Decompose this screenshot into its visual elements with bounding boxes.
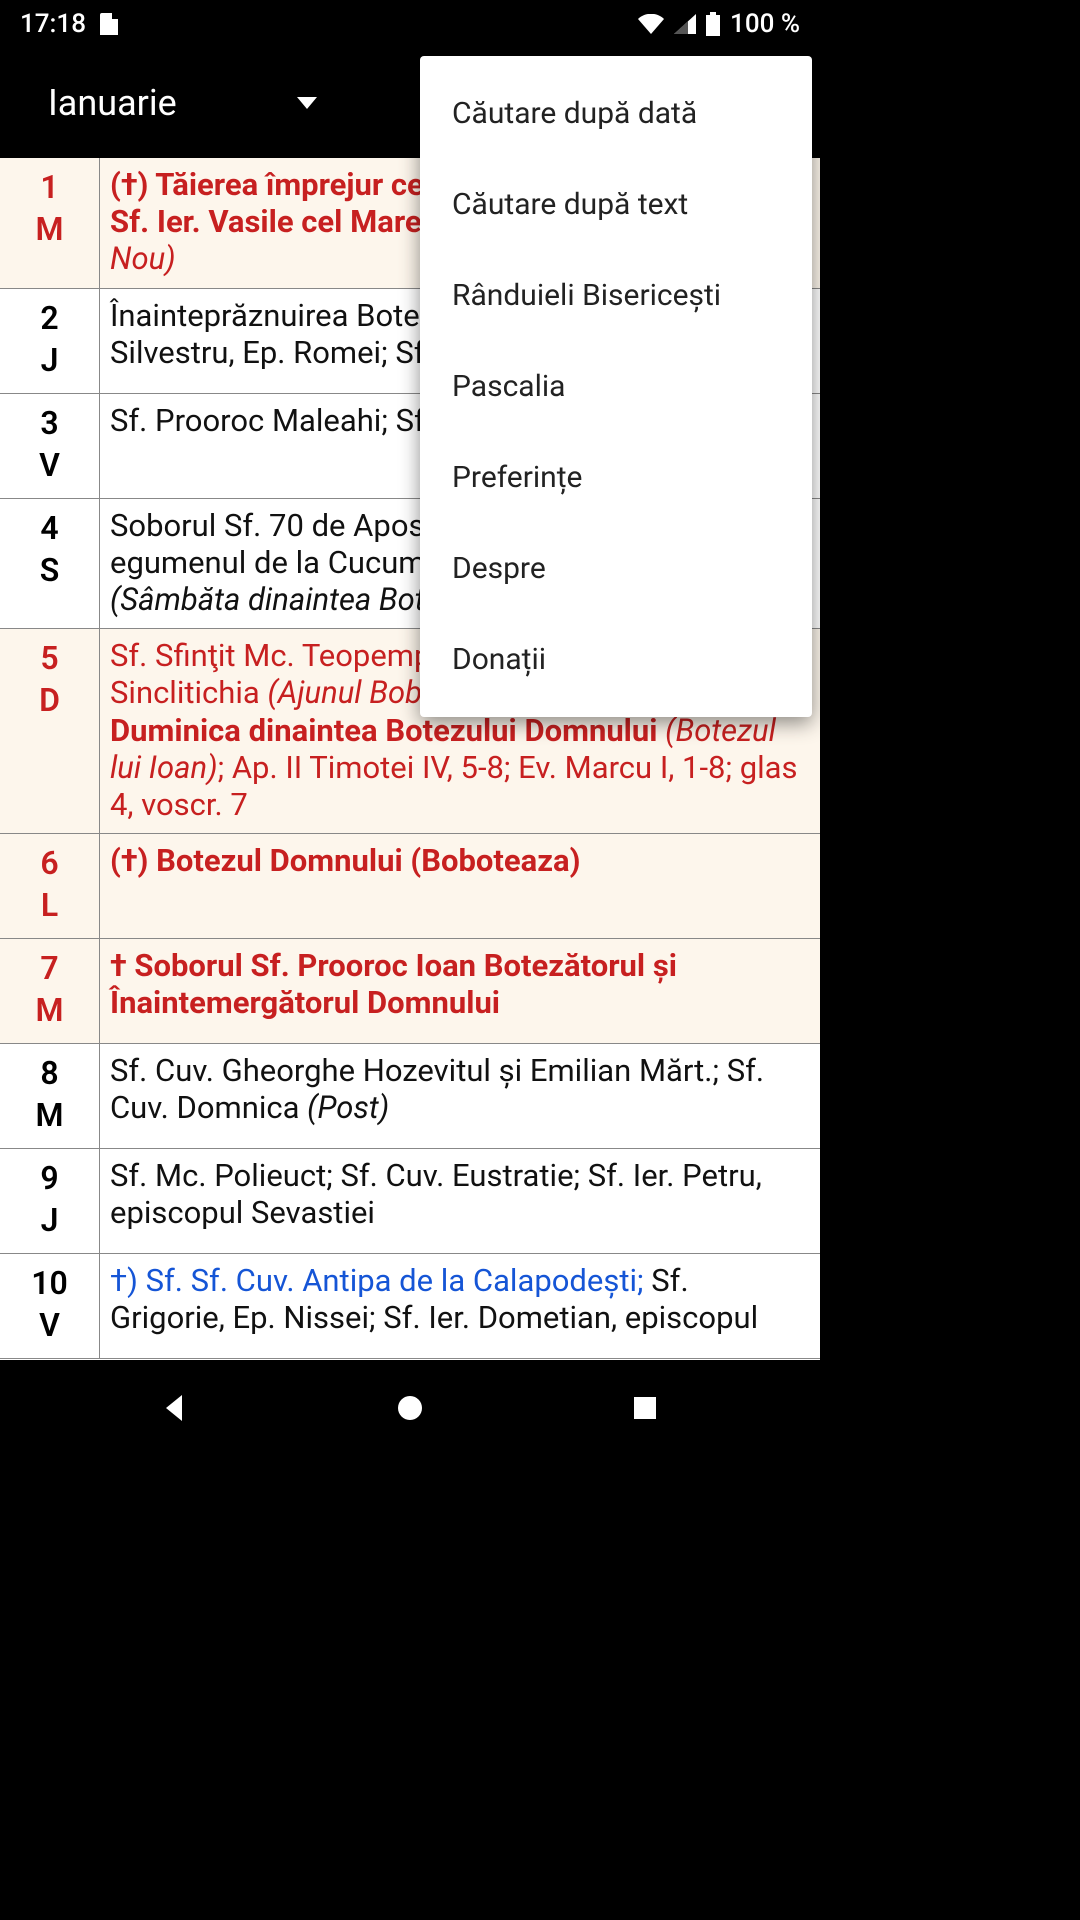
- date-number: 8: [40, 1054, 58, 1092]
- date-column: 1M: [0, 158, 100, 288]
- date-number: 7: [40, 949, 58, 987]
- menu-item[interactable]: Donații: [420, 614, 812, 705]
- status-time: 17:18: [20, 9, 86, 39]
- day-description: (†) Botezul Domnului (Boboteaza): [100, 834, 820, 938]
- day-description: Sf. Mc. Polieuct; Sf. Cuv. Eustratie; Sf…: [100, 1149, 820, 1253]
- day-description: †) Sf. Sf. Cuv. Antipa de la Calapodești…: [100, 1254, 820, 1358]
- date-number: 6: [40, 844, 58, 882]
- menu-item[interactable]: Căutare după text: [420, 159, 812, 250]
- date-number: 1: [40, 168, 58, 206]
- home-button[interactable]: [350, 1378, 470, 1438]
- cell-signal-icon: [674, 14, 696, 34]
- wifi-icon: [638, 14, 664, 34]
- date-column: 8M: [0, 1044, 100, 1148]
- date-weekday: M: [36, 1096, 64, 1134]
- day-description: Sf. Cuv. Gheorghe Hozevitul și Emilian M…: [100, 1044, 820, 1148]
- date-weekday: M: [36, 210, 64, 248]
- menu-item[interactable]: Rânduieli Bisericești: [420, 250, 812, 341]
- date-column: 5D: [0, 629, 100, 833]
- menu-item[interactable]: Preferințe: [420, 432, 812, 523]
- calendar-row[interactable]: 8MSf. Cuv. Gheorghe Hozevitul și Emilian…: [0, 1044, 820, 1149]
- calendar-row[interactable]: 9JSf. Mc. Polieuct; Sf. Cuv. Eustratie; …: [0, 1149, 820, 1254]
- date-column: 6L: [0, 834, 100, 938]
- date-number: 3: [40, 404, 58, 442]
- day-description: † Soborul Sf. Prooroc Ioan Botezătorul ș…: [100, 939, 820, 1043]
- navigation-bar: [0, 1360, 820, 1456]
- date-weekday: V: [39, 1306, 60, 1344]
- date-weekday: D: [39, 681, 60, 719]
- date-column: 9J: [0, 1149, 100, 1253]
- date-weekday: V: [39, 446, 60, 484]
- overflow-menu: Căutare după datăCăutare după textRândui…: [420, 56, 812, 717]
- date-weekday: L: [41, 886, 58, 924]
- status-bar: 17:18 100 %: [0, 0, 820, 48]
- date-column: 7M: [0, 939, 100, 1043]
- menu-item[interactable]: Despre: [420, 523, 812, 614]
- date-weekday: M: [36, 991, 64, 1029]
- date-column: 2J: [0, 289, 100, 393]
- back-button[interactable]: [115, 1378, 235, 1438]
- battery-icon: [706, 12, 720, 36]
- date-number: 10: [31, 1264, 68, 1302]
- date-weekday: J: [41, 341, 59, 379]
- menu-item[interactable]: Căutare după dată: [420, 68, 812, 159]
- calendar-row[interactable]: 6L(†) Botezul Domnului (Boboteaza): [0, 834, 820, 939]
- calendar-row[interactable]: 10 V †) Sf. Sf. Cuv. Antipa de la Calapode…: [0, 1254, 820, 1359]
- chevron-down-icon: [297, 97, 317, 109]
- sd-card-icon: [100, 13, 118, 35]
- date-number: 5: [40, 639, 58, 677]
- date-number: 4: [40, 509, 58, 547]
- date-column: 10 V: [0, 1254, 100, 1358]
- date-weekday: S: [40, 551, 60, 589]
- month-dropdown[interactable]: Ianuarie: [48, 82, 317, 124]
- date-column: 3V: [0, 394, 100, 498]
- menu-item[interactable]: Pascalia: [420, 341, 812, 432]
- battery-percent: 100 %: [730, 9, 800, 39]
- month-label: Ianuarie: [48, 82, 177, 124]
- date-column: 4S: [0, 499, 100, 629]
- calendar-row[interactable]: 7M† Soborul Sf. Prooroc Ioan Botezătorul…: [0, 939, 820, 1044]
- recent-apps-button[interactable]: [585, 1378, 705, 1438]
- date-weekday: J: [41, 1201, 59, 1239]
- date-number: 9: [40, 1159, 58, 1197]
- date-number: 2: [40, 299, 58, 337]
